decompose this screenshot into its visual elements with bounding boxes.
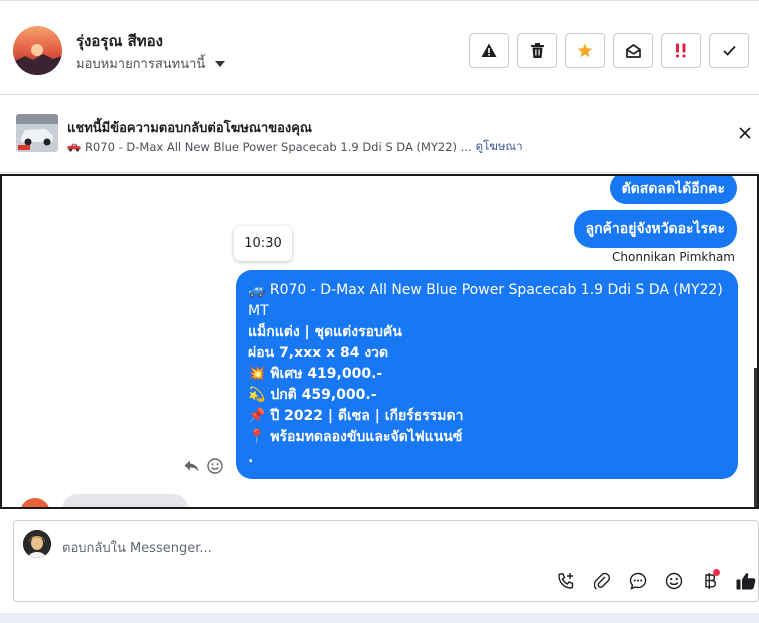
- attachment-icon[interactable]: [590, 569, 614, 593]
- notification-dot: [713, 569, 720, 576]
- open-envelope-icon: [625, 43, 641, 58]
- pickup-truck-icon: [67, 143, 81, 151]
- close-icon[interactable]: [737, 125, 753, 141]
- double-exclamation-icon: [676, 43, 686, 58]
- assign-conversation-dropdown[interactable]: มอบหมายการสนทนานี้: [76, 53, 226, 74]
- ad-message-line: 💫 ปกติ 459,000.-: [248, 387, 377, 403]
- conversation-toolbar: [469, 33, 749, 68]
- star-icon: [577, 43, 593, 58]
- ad-message-line: 📌 ปี 2022 | ดีเซล | เกียร์ธรรมดา: [248, 408, 464, 424]
- caret-down-icon: [215, 60, 226, 67]
- ad-message-line: 🚙 R070 - D-Max All New Blue Power Spacec…: [248, 282, 723, 319]
- message-actions: [184, 458, 223, 474]
- reply-input[interactable]: ตอบกลับใน Messenger...: [62, 537, 212, 558]
- thumbs-up-icon[interactable]: [734, 569, 758, 593]
- ad-message-line: 📍 พร้อมทดลองขับและจัดไฟแนนซ์: [248, 429, 463, 445]
- ad-message-bubble[interactable]: 🚙 R070 - D-Max All New Blue Power Spacec…: [236, 270, 738, 479]
- emoji-icon[interactable]: [662, 569, 686, 593]
- pushpin-icon: 📌: [248, 408, 266, 424]
- burst-icon: 💥: [248, 366, 266, 382]
- follow-up-button[interactable]: [661, 33, 701, 68]
- done-button[interactable]: [709, 33, 749, 68]
- ad-name-text: R070 - D-Max All New Blue Power Spacecab…: [85, 140, 472, 154]
- incoming-message[interactable]: [62, 494, 188, 507]
- conversation-header: รุ่งอรุณ สีทอง มอบหมายการสนทนานี้: [0, 0, 759, 95]
- saved-reply-icon[interactable]: [626, 569, 650, 593]
- contact-name: รุ่งอรุณ สีทอง: [76, 32, 163, 50]
- ad-message-line: แม็กแต่ง | ชุดแต่งรอบคัน: [248, 324, 402, 340]
- emoji-react-icon[interactable]: [207, 458, 223, 474]
- ad-message-line: .: [248, 450, 254, 466]
- call-add-icon[interactable]: [554, 569, 578, 593]
- sparkle-icon: 💫: [248, 387, 266, 403]
- pickup-truck-icon: 🚙: [248, 282, 266, 298]
- delete-button[interactable]: [517, 33, 557, 68]
- composer-toolbar: [554, 569, 758, 593]
- message-composer: ตอบกลับใน Messenger...: [13, 520, 759, 602]
- round-pin-icon: 📍: [248, 429, 266, 445]
- page-footer-strip: [0, 613, 759, 623]
- ad-message-line: 💥 พิเศษ 419,000.-: [248, 366, 383, 382]
- reply-icon[interactable]: [184, 460, 199, 472]
- message-timestamp: 10:30: [234, 226, 292, 261]
- star-button[interactable]: [565, 33, 605, 68]
- baht-payment-icon[interactable]: [698, 569, 722, 593]
- assign-label: มอบหมายการสนทนานี้: [76, 57, 206, 72]
- contact-avatar-small: [20, 498, 50, 507]
- ad-thumbnail[interactable]: [16, 114, 58, 152]
- sender-name: Chonnikan Pimkham: [612, 250, 735, 264]
- ad-reply-banner: แชทนี้มีข้อความตอบกลับต่อโฆษณาของคุณ R07…: [0, 96, 759, 173]
- mark-unread-button[interactable]: [613, 33, 653, 68]
- outgoing-message[interactable]: ลูกค้าอยู่จังหวัดอะไรคะ: [573, 210, 737, 248]
- warning-icon: [481, 43, 497, 57]
- contact-avatar[interactable]: [13, 26, 62, 75]
- ad-banner-subtitle: R070 - D-Max All New Blue Power Spacecab…: [67, 138, 523, 156]
- checkmark-icon: [722, 45, 736, 56]
- scrollbar[interactable]: [754, 368, 757, 507]
- outgoing-message[interactable]: ตัดสดลดได้อีกคะ: [609, 176, 737, 204]
- message-thread[interactable]: ตัดสดลดได้อีกคะ ลูกค้าอยู่จังหวัดอะไรคะ …: [0, 174, 759, 509]
- trash-icon: [530, 43, 544, 58]
- spam-warning-button[interactable]: [469, 33, 509, 68]
- view-ad-link[interactable]: ดูโฆษณา: [476, 138, 523, 156]
- ad-message-line: ผ่อน 7,xxx x 84 งวด: [248, 345, 389, 361]
- page-avatar: [23, 530, 51, 558]
- ad-banner-title: แชทนี้มีข้อความตอบกลับต่อโฆษณาของคุณ: [67, 121, 312, 136]
